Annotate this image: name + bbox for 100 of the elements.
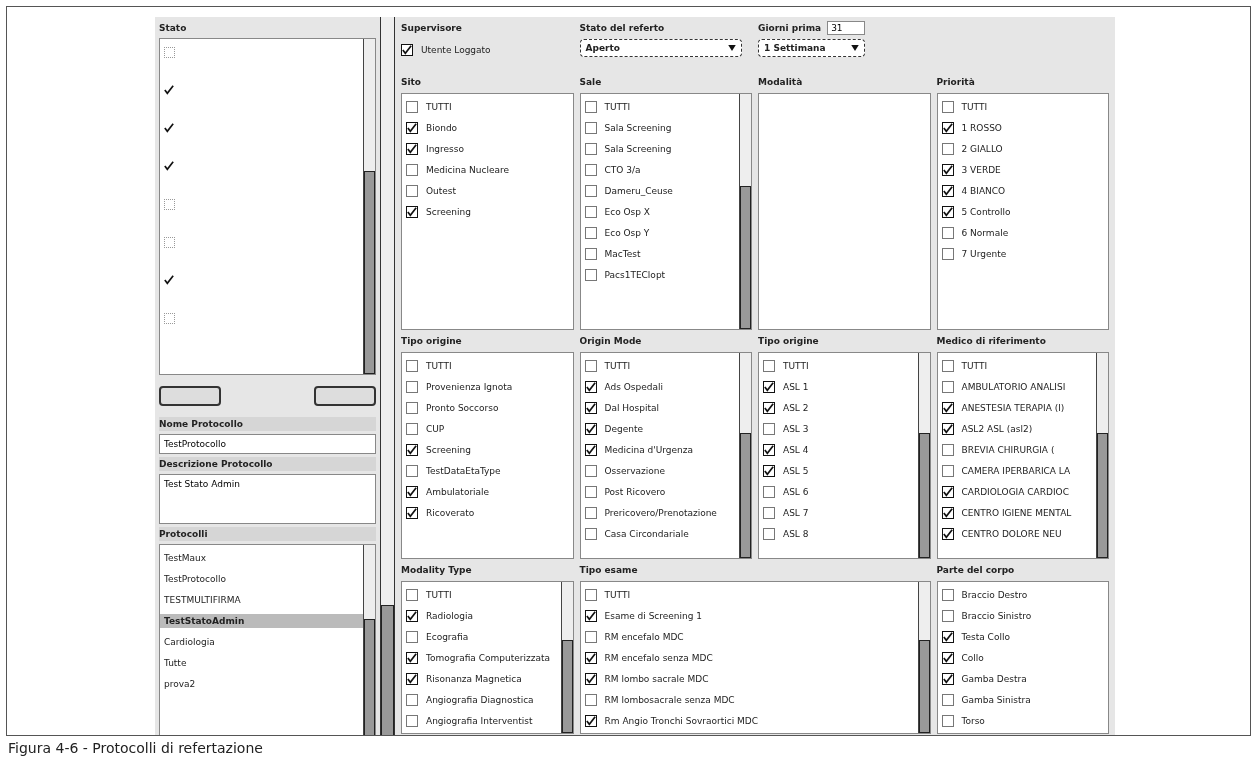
checkbox[interactable] xyxy=(941,184,954,197)
checkbox[interactable] xyxy=(406,422,418,435)
protocol-item[interactable]: TestMaux xyxy=(160,551,363,565)
checkbox[interactable] xyxy=(584,422,597,435)
checkbox[interactable] xyxy=(406,380,418,393)
scrollbar[interactable] xyxy=(739,353,751,558)
checkbox[interactable] xyxy=(941,651,954,664)
checkbox[interactable] xyxy=(941,226,954,239)
checkbox[interactable] xyxy=(763,485,775,498)
checkbox[interactable] xyxy=(584,205,597,218)
checkmark-icon[interactable] xyxy=(164,161,174,171)
scrollbar[interactable] xyxy=(917,582,930,733)
checkbox[interactable] xyxy=(941,100,954,113)
checkbox[interactable] xyxy=(164,47,175,58)
checkbox[interactable] xyxy=(941,142,954,155)
checkbox[interactable] xyxy=(941,609,954,622)
days-field[interactable]: 31 xyxy=(827,21,866,35)
checkbox[interactable] xyxy=(584,485,597,498)
description-field[interactable]: Test Stato Admin xyxy=(159,474,376,524)
checkbox[interactable] xyxy=(406,609,418,622)
checkbox[interactable] xyxy=(584,714,597,727)
checkbox[interactable] xyxy=(941,401,954,414)
checkbox[interactable] xyxy=(584,359,597,372)
scrollbar[interactable] xyxy=(739,94,751,329)
checkbox[interactable] xyxy=(584,226,597,239)
checkbox[interactable] xyxy=(406,714,418,727)
protocol-item[interactable]: Tutte xyxy=(160,656,363,670)
checkbox[interactable] xyxy=(941,422,954,435)
checkbox[interactable] xyxy=(584,121,597,134)
checkbox[interactable] xyxy=(584,588,597,601)
checkbox[interactable] xyxy=(584,247,597,260)
checkbox[interactable] xyxy=(406,443,418,456)
status-dropdown[interactable]: Aperto xyxy=(579,39,742,57)
checkbox[interactable] xyxy=(763,443,775,456)
checkbox[interactable] xyxy=(941,359,954,372)
scrollbar[interactable] xyxy=(363,545,375,735)
protocol-item[interactable]: Cardiologia xyxy=(160,635,363,649)
checkmark-icon[interactable] xyxy=(164,275,174,285)
checkbox[interactable] xyxy=(941,527,954,540)
checkbox[interactable] xyxy=(584,506,597,519)
checkmark-icon[interactable] xyxy=(164,123,174,133)
protocol-item[interactable]: prova2 xyxy=(160,677,363,691)
scrollbar[interactable] xyxy=(1096,353,1108,558)
checkbox[interactable] xyxy=(164,237,175,248)
checkbox[interactable] xyxy=(406,693,418,706)
checkbox[interactable] xyxy=(941,485,954,498)
checkbox[interactable] xyxy=(941,506,954,519)
scrollbar[interactable] xyxy=(363,39,375,374)
scrollbar[interactable] xyxy=(380,17,395,735)
checkbox[interactable] xyxy=(763,527,775,540)
checkbox[interactable] xyxy=(164,199,175,210)
checkbox[interactable] xyxy=(941,464,954,477)
checkbox[interactable] xyxy=(584,527,597,540)
checkbox[interactable] xyxy=(584,443,597,456)
checkbox[interactable] xyxy=(584,609,597,622)
checkbox[interactable] xyxy=(941,672,954,685)
action-button[interactable] xyxy=(314,386,376,406)
checkbox[interactable] xyxy=(584,268,597,281)
checkbox[interactable] xyxy=(941,205,954,218)
checkmark-icon[interactable] xyxy=(164,85,174,95)
checkbox[interactable] xyxy=(406,401,418,414)
checkbox[interactable] xyxy=(584,142,597,155)
scrollbar[interactable] xyxy=(560,582,573,733)
checkbox[interactable] xyxy=(406,672,418,685)
action-button[interactable] xyxy=(159,386,221,406)
checkbox[interactable] xyxy=(941,247,954,260)
checkbox[interactable] xyxy=(584,464,597,477)
checkbox[interactable] xyxy=(584,163,597,176)
checkbox[interactable] xyxy=(584,693,597,706)
checkbox[interactable] xyxy=(406,163,418,176)
checkbox[interactable] xyxy=(941,693,954,706)
checkbox[interactable] xyxy=(406,142,418,155)
checkbox[interactable] xyxy=(406,359,418,372)
protocol-item[interactable]: TestStatoAdmin xyxy=(160,614,363,628)
checkbox[interactable] xyxy=(941,121,954,134)
checkbox[interactable] xyxy=(941,588,954,601)
scrollbar[interactable] xyxy=(917,353,930,558)
checkbox[interactable] xyxy=(763,380,775,393)
checkbox[interactable] xyxy=(941,714,954,727)
checkbox[interactable] xyxy=(164,313,175,324)
checkbox[interactable] xyxy=(584,672,597,685)
checkbox[interactable] xyxy=(401,43,413,56)
checkbox[interactable] xyxy=(406,506,418,519)
checkbox[interactable] xyxy=(406,205,418,218)
checkbox[interactable] xyxy=(941,380,954,393)
checkbox[interactable] xyxy=(763,422,775,435)
checkbox[interactable] xyxy=(763,359,775,372)
checkbox[interactable] xyxy=(406,588,418,601)
checkbox[interactable] xyxy=(406,121,418,134)
checkbox[interactable] xyxy=(763,506,775,519)
checkbox[interactable] xyxy=(763,401,775,414)
checkbox[interactable] xyxy=(584,651,597,664)
checkbox[interactable] xyxy=(406,651,418,664)
checkbox[interactable] xyxy=(406,485,418,498)
checkbox[interactable] xyxy=(406,630,418,643)
checkbox[interactable] xyxy=(763,464,775,477)
period-dropdown[interactable]: 1 Settimana xyxy=(758,39,865,57)
protocol-item[interactable]: TESTMULTIFIRMA xyxy=(160,593,363,607)
checkbox[interactable] xyxy=(584,380,597,393)
checkbox[interactable] xyxy=(406,184,418,197)
